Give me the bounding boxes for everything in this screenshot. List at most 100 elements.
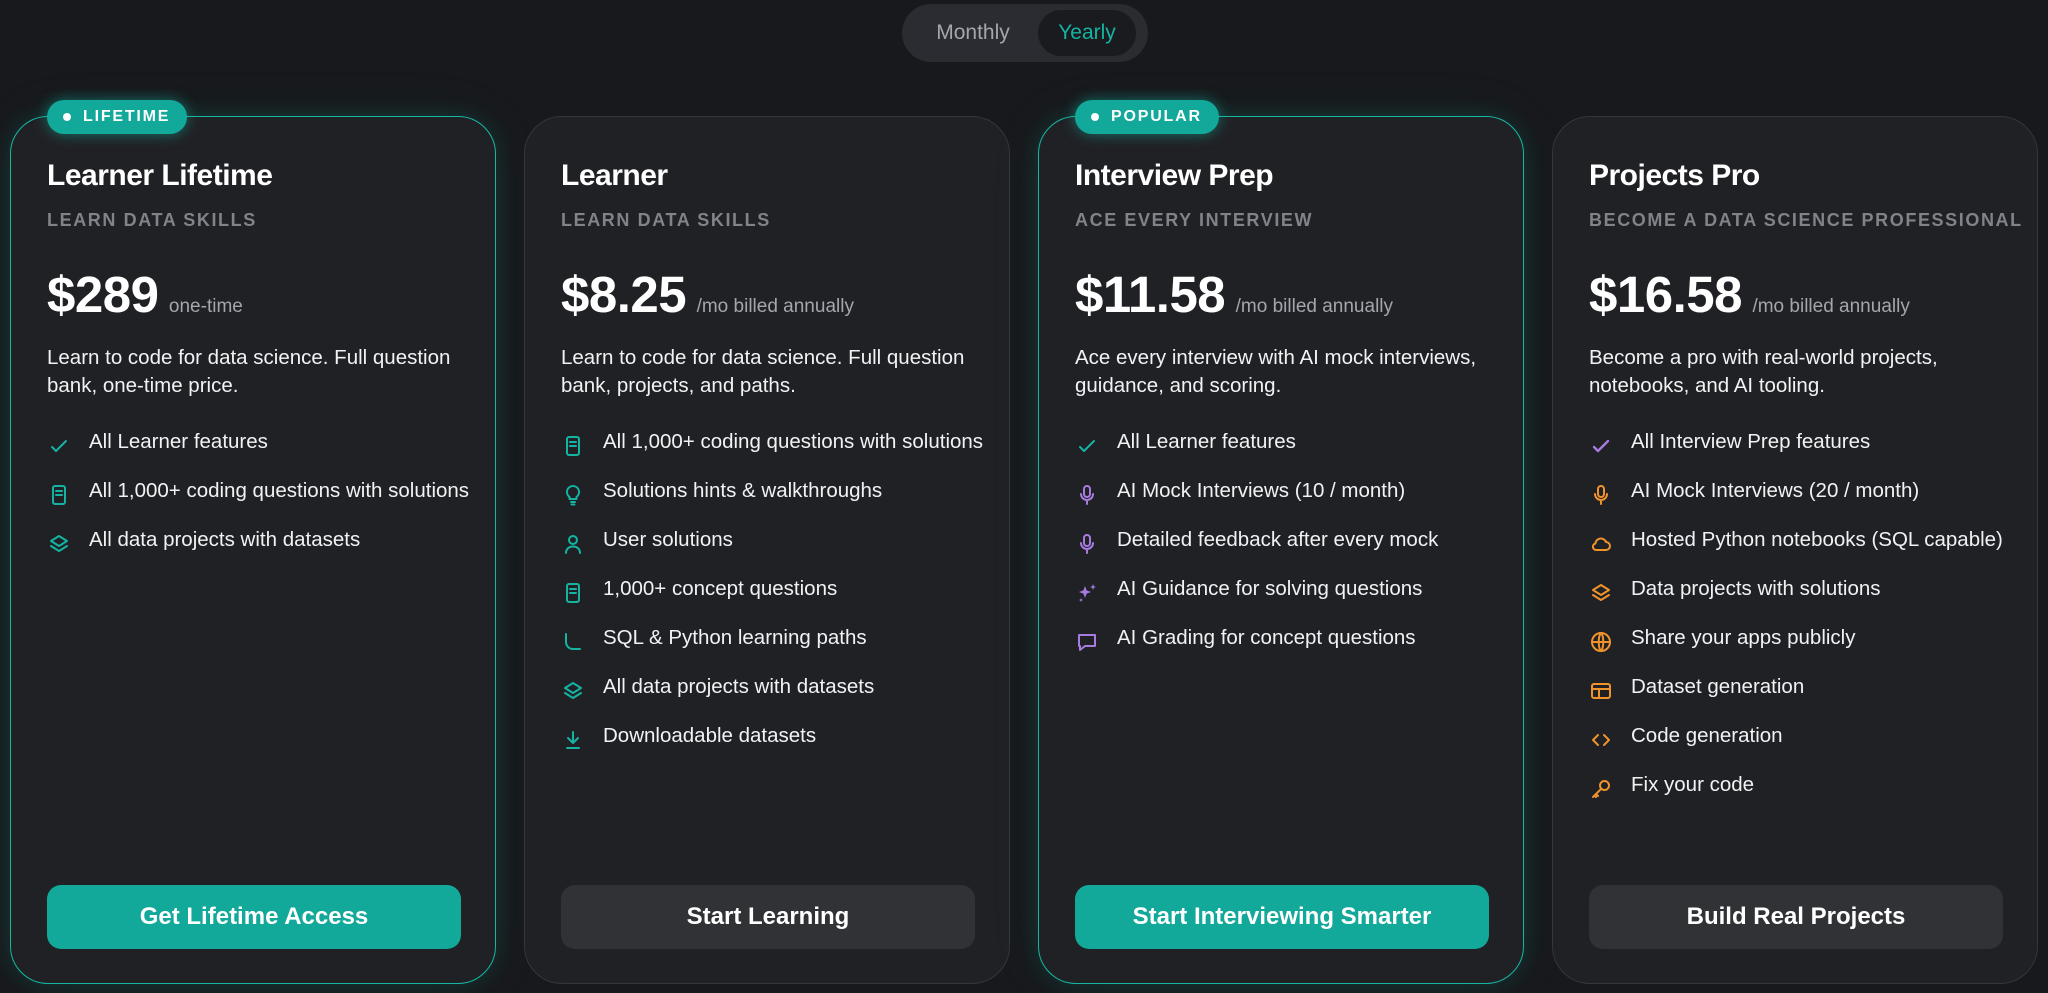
- feature-item: All Learner features: [1075, 428, 1505, 456]
- feature-item: AI Mock Interviews (10 / month): [1075, 477, 1505, 505]
- feature-text: Code generation: [1631, 724, 1783, 747]
- plan-price: $8.25: [561, 266, 687, 323]
- price-row: $289 one-time: [47, 265, 243, 324]
- plan-price: $11.58: [1075, 266, 1226, 323]
- feature-text: All 1,000+ coding questions with solutio…: [603, 430, 984, 453]
- yearly-toggle-option[interactable]: Yearly: [1038, 10, 1136, 56]
- key-icon: [1592, 780, 1610, 798]
- table-icon: [1591, 683, 1611, 699]
- plan-badge: LIFETIME: [47, 100, 188, 134]
- feature-text: All Learner features: [89, 430, 268, 453]
- feature-text: AI Mock Interviews (20 / month): [1631, 479, 1920, 502]
- feature-item: All data projects with datasets: [561, 673, 991, 701]
- billing-toggle: Monthly Yearly: [902, 4, 1148, 62]
- document-icon: [566, 436, 580, 456]
- plan-card-projects-pro: Projects Pro BECOME A DATA SCIENCE PROFE…: [1552, 116, 2038, 984]
- price-row: $11.58 /mo billed annually: [1075, 265, 1393, 324]
- document-icon: [52, 485, 66, 505]
- plan-subtitle: ACE EVERY INTERVIEW: [1075, 210, 1314, 230]
- feature-item: All Interview Prep features: [1589, 428, 2019, 456]
- build-real-projects-button[interactable]: Build Real Projects: [1589, 885, 2003, 949]
- monthly-toggle-option[interactable]: Monthly: [908, 10, 1038, 56]
- microphone-icon: [1080, 534, 1094, 554]
- feature-text: AI Mock Interviews (10 / month): [1117, 479, 1406, 502]
- sparkle-icon: [1079, 584, 1096, 602]
- plan-subtitle: LEARN DATA SKILLS: [561, 210, 771, 230]
- feature-item: Fix your code: [1589, 771, 2019, 799]
- feature-item: User solutions: [561, 526, 991, 554]
- price-row: $8.25 /mo billed annually: [561, 265, 854, 324]
- feature-list: All Learner features All 1,000+ coding q…: [47, 428, 477, 575]
- plan-card-interview-prep: POPULAR Interview Prep ACE EVERY INTERVI…: [1038, 100, 1524, 984]
- feature-item: Data projects with solutions: [1589, 575, 2019, 603]
- get-lifetime-access-button[interactable]: Get Lifetime Access: [47, 885, 461, 949]
- feature-item: AI Guidance for solving questions: [1075, 575, 1505, 603]
- cloud-icon: [1591, 537, 1611, 551]
- feature-item: Dataset generation: [1589, 673, 2019, 701]
- plan-price-note: /mo billed annually: [1235, 296, 1394, 317]
- feature-text: All data projects with datasets: [89, 528, 361, 551]
- check-icon: [1079, 440, 1095, 452]
- plan-price-note: one-time: [168, 296, 243, 317]
- feature-item: SQL & Python learning paths: [561, 624, 991, 652]
- feature-item: All data projects with datasets: [47, 526, 477, 554]
- feature-item: AI Mock Interviews (20 / month): [1589, 477, 2019, 505]
- user-icon: [565, 535, 581, 554]
- plan-badge-label: LIFETIME: [83, 108, 171, 125]
- chat-icon: [1078, 634, 1096, 651]
- plan-description: Ace every interview with AI mock intervi…: [1075, 346, 1477, 397]
- feature-text: All Learner features: [1117, 430, 1296, 453]
- feature-text: All 1,000+ coding questions with solutio…: [89, 479, 470, 502]
- document-icon: [566, 583, 580, 603]
- feature-text: Solutions hints & walkthroughs: [603, 479, 883, 502]
- plan-subtitle: LEARN DATA SKILLS: [47, 210, 257, 230]
- plan-title: Projects Pro: [1589, 159, 1760, 192]
- plan-price-note: /mo billed annually: [1752, 296, 1910, 317]
- start-interviewing-smarter-button[interactable]: Start Interviewing Smarter: [1075, 885, 1489, 949]
- plan-description: Learn to code for data science. Full que…: [561, 346, 965, 397]
- feature-item: Downloadable datasets: [561, 722, 991, 750]
- feature-item: Solutions hints & walkthroughs: [561, 477, 991, 506]
- plan-price: $16.58: [1589, 266, 1743, 323]
- lightbulb-icon: [565, 484, 581, 506]
- feature-item: All 1,000+ coding questions with solutio…: [47, 477, 477, 505]
- layers-icon: [564, 682, 582, 699]
- price-row: $16.58 /mo billed annually: [1589, 265, 1910, 324]
- feature-item: Code generation: [1589, 722, 2019, 750]
- plan-title: Learner: [561, 159, 668, 192]
- start-learning-button[interactable]: Start Learning: [561, 885, 975, 949]
- code-icon: [1592, 734, 1610, 746]
- feature-text: 1,000+ concept questions: [603, 577, 838, 600]
- feature-text: AI Guidance for solving questions: [1117, 577, 1423, 600]
- feature-text: Downloadable datasets: [603, 724, 817, 747]
- feature-list: All 1,000+ coding questions with solutio…: [561, 428, 991, 771]
- plan-badge-label: POPULAR: [1111, 108, 1202, 125]
- feature-list: All Interview Prep features AI Mock Inte…: [1589, 428, 2019, 820]
- download-icon: [566, 731, 580, 749]
- plan-price: $289: [47, 266, 159, 323]
- feature-item: Hosted Python notebooks (SQL capable): [1589, 526, 2019, 554]
- plan-subtitle: BECOME A DATA SCIENCE PROFESSIONAL: [1589, 210, 2023, 230]
- feature-item: All 1,000+ coding questions with solutio…: [561, 428, 991, 456]
- feature-item: Share your apps publicly: [1589, 624, 2019, 652]
- check-icon: [1592, 439, 1610, 453]
- feature-item: Detailed feedback after every mock: [1075, 526, 1505, 554]
- plan-price-note: /mo billed annually: [696, 296, 854, 317]
- feature-text: All Interview Prep features: [1631, 430, 1871, 453]
- plan-badge: POPULAR: [1075, 100, 1219, 134]
- feature-text: User solutions: [603, 528, 733, 551]
- plan-card-learner-lifetime: LIFETIME Learner Lifetime LEARN DATA SKI…: [10, 100, 496, 984]
- feature-item: 1,000+ concept questions: [561, 575, 991, 603]
- path-icon: [565, 633, 581, 650]
- check-icon: [51, 440, 67, 452]
- feature-text: Dataset generation: [1631, 675, 1805, 698]
- microphone-icon: [1080, 485, 1094, 505]
- feature-text: Fix your code: [1631, 773, 1755, 796]
- globe-icon: [1591, 632, 1611, 652]
- feature-item: AI Grading for concept questions: [1075, 624, 1505, 652]
- plan-title: Learner Lifetime: [47, 159, 273, 192]
- feature-item: All Learner features: [47, 428, 477, 456]
- layers-icon: [1592, 584, 1610, 601]
- plan-description: Become a pro with real-world projects, n…: [1589, 346, 1938, 397]
- feature-text: All data projects with datasets: [603, 675, 875, 698]
